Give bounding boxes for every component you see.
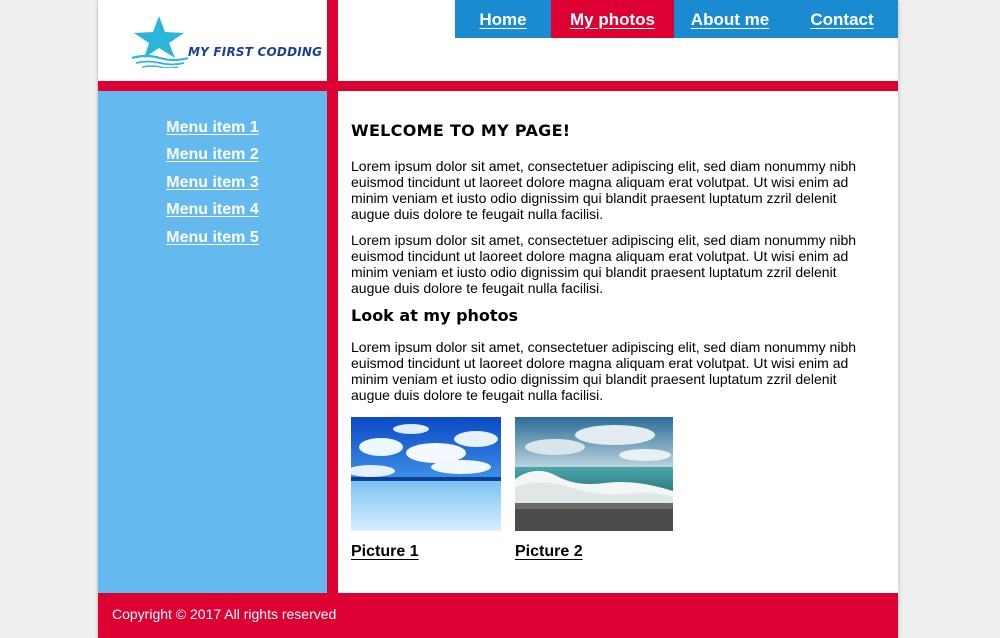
sidebar-item: Menu item 1 <box>98 117 327 144</box>
nav-contact[interactable]: Contact <box>786 0 898 38</box>
paragraph: Lorem ipsum dolor sit amet, consectetuer… <box>351 339 857 403</box>
photo-gallery: Picture 1 Picture 2 <box>351 417 861 561</box>
sidebar-item: Menu item 3 <box>98 172 327 199</box>
photo-caption-1[interactable]: Picture 1 <box>351 543 501 561</box>
sidebar-item: Menu item 2 <box>98 144 327 171</box>
logo[interactable]: MY FIRST CODDING <box>98 0 327 81</box>
sidebar-link-4[interactable]: Menu item 4 <box>166 201 258 218</box>
sidebar-link-1[interactable]: Menu item 1 <box>166 119 258 136</box>
header-bar <box>98 81 898 91</box>
photo-thumbnail-2[interactable] <box>515 417 673 531</box>
content-divider <box>327 91 338 593</box>
sidebar-item: Menu item 4 <box>98 199 327 226</box>
top-nav: Home My photos About me Contact <box>455 0 898 38</box>
sidebar: Menu item 1 Menu item 2 Menu item 3 Menu… <box>98 91 327 593</box>
nav-about-me[interactable]: About me <box>674 0 786 38</box>
beach-image-icon <box>351 417 501 531</box>
photo-caption-2[interactable]: Picture 2 <box>515 543 673 561</box>
page-title: WELCOME TO MY PAGE! <box>351 121 571 140</box>
logo-text: MY FIRST CODDING <box>188 45 323 59</box>
sidebar-item: Menu item 5 <box>98 227 327 254</box>
photo-thumbnail-1[interactable] <box>351 417 501 531</box>
wave-image-icon <box>515 417 673 531</box>
page: MY FIRST CODDING Home My photos About me… <box>98 0 898 638</box>
paragraph: Lorem ipsum dolor sit amet, consectetuer… <box>351 158 857 222</box>
nav-home[interactable]: Home <box>455 0 551 38</box>
sidebar-link-2[interactable]: Menu item 2 <box>166 146 258 163</box>
main-content: WELCOME TO MY PAGE! Lorem ipsum dolor si… <box>351 91 861 561</box>
section-title: Look at my photos <box>351 306 519 325</box>
copyright-text: Copyright © 2017 All rights reserved <box>112 606 337 622</box>
footer: Copyright © 2017 All rights reserved <box>98 593 898 638</box>
photo-card: Picture 1 <box>351 417 501 561</box>
sidebar-link-3[interactable]: Menu item 3 <box>166 174 258 191</box>
paragraph: Lorem ipsum dolor sit amet, consectetuer… <box>351 232 857 296</box>
photo-card: Picture 2 <box>515 417 673 561</box>
header-divider <box>327 0 338 81</box>
sidebar-link-5[interactable]: Menu item 5 <box>166 229 258 246</box>
sidebar-menu: Menu item 1 Menu item 2 Menu item 3 Menu… <box>98 117 327 254</box>
starfish-logo-icon <box>131 16 189 68</box>
nav-my-photos[interactable]: My photos <box>551 0 674 38</box>
